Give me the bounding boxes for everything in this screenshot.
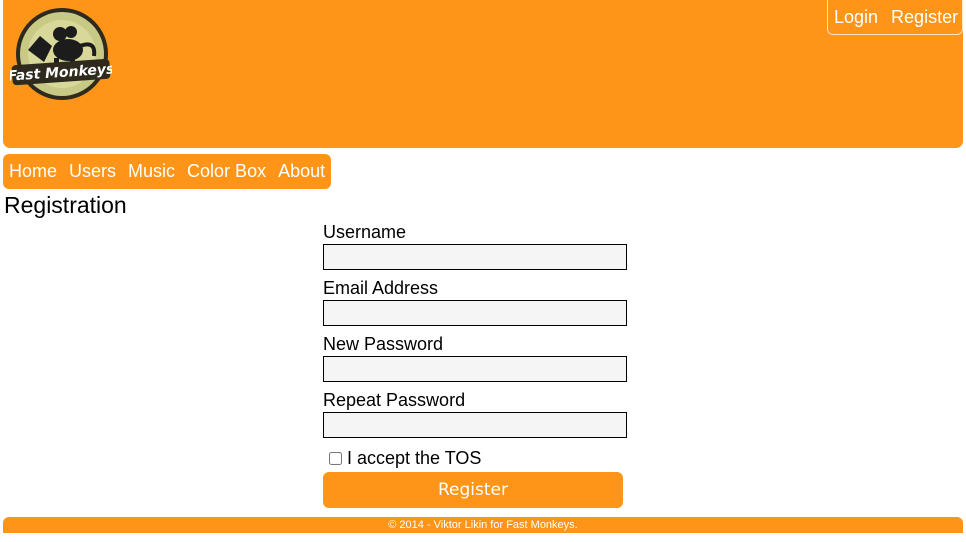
- auth-links: Login Register: [827, 0, 963, 35]
- new-password-field[interactable]: [323, 356, 627, 382]
- repeat-password-field[interactable]: [323, 412, 627, 438]
- main-nav: Home Users Music Color Box About: [3, 154, 331, 189]
- tos-row: I accept the TOS: [323, 446, 628, 470]
- register-link[interactable]: Register: [891, 7, 958, 28]
- site-header: Fast Monkeys Login Register: [3, 0, 963, 148]
- new-password-label: New Password: [323, 334, 444, 354]
- fast-monkeys-logo[interactable]: Fast Monkeys: [7, 6, 115, 102]
- repeat-password-label: Repeat Password: [323, 390, 466, 410]
- nav-item-home[interactable]: Home: [9, 161, 57, 182]
- username-field[interactable]: [323, 244, 627, 270]
- nav-item-about[interactable]: About: [278, 161, 325, 182]
- tos-label[interactable]: I accept the TOS: [347, 448, 481, 469]
- registration-form: Username Email Address New Password Repe…: [323, 222, 628, 508]
- nav-item-users[interactable]: Users: [69, 161, 116, 182]
- monkey-logo-icon: Fast Monkeys: [7, 8, 115, 100]
- footer-text: © 2014 - Viktor Likin for Fast Monkeys.: [388, 519, 578, 531]
- nav-item-color-box[interactable]: Color Box: [187, 161, 266, 182]
- tos-checkbox[interactable]: [329, 451, 342, 465]
- email-label: Email Address: [323, 278, 439, 298]
- username-label: Username: [323, 222, 407, 242]
- login-link[interactable]: Login: [834, 7, 878, 28]
- nav-item-music[interactable]: Music: [128, 161, 175, 182]
- register-button[interactable]: Register: [323, 472, 623, 508]
- email-field[interactable]: [323, 300, 627, 326]
- site-footer: © 2014 - Viktor Likin for Fast Monkeys.: [3, 517, 963, 533]
- page-title: Registration: [4, 192, 127, 218]
